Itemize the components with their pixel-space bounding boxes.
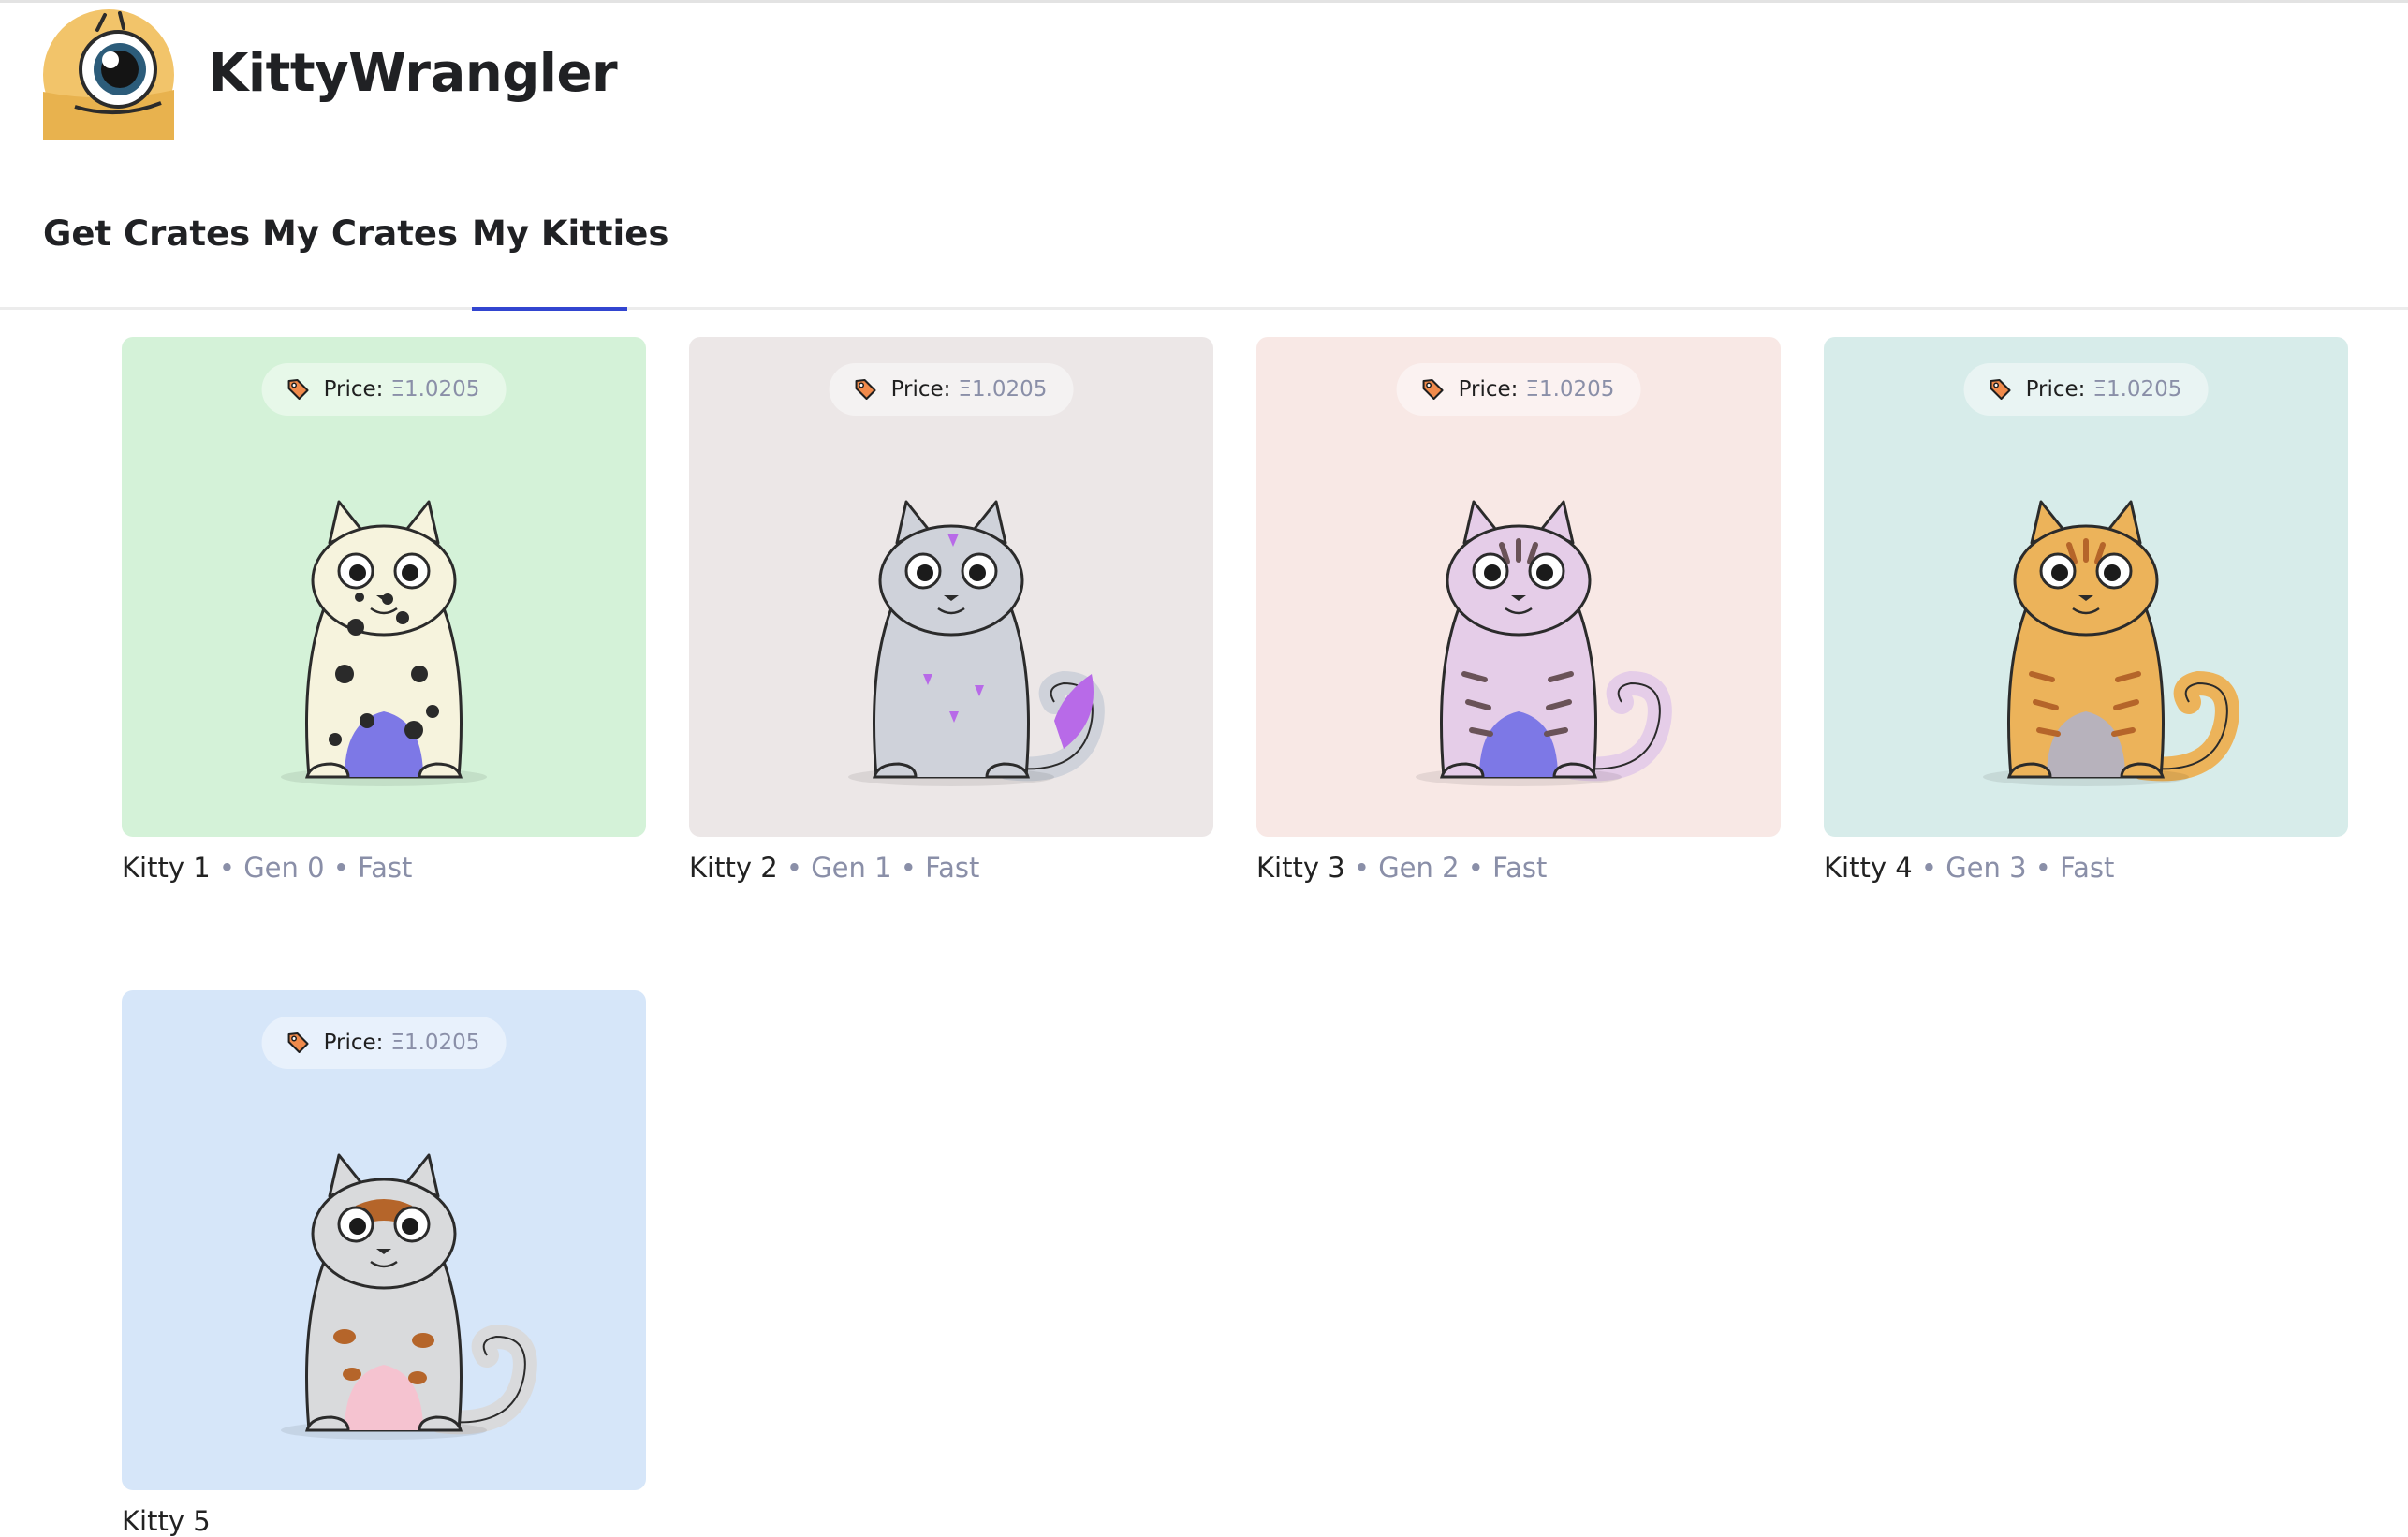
kitty-card-1[interactable]: Price: Ξ1.0205 Kitty 1 • Gen 0 • Fast — [122, 337, 646, 884]
price-badge: Price: Ξ1.0205 — [1963, 363, 2209, 416]
price-tag-icon — [287, 1032, 309, 1053]
kitty-card-5[interactable]: Price: Ξ1.0205 Kitty 5 — [122, 990, 646, 1537]
kitty-meta: • Gen 3 • Fast — [1912, 852, 2115, 884]
kitty-caption: Kitty 2 • Gen 1 • Fast — [689, 852, 1213, 884]
kitty-card-4[interactable]: Price: Ξ1.0205 Kitty 4 • Gen 3 • Fast — [1824, 337, 2348, 884]
top-border — [0, 0, 2408, 3]
kitty-card-2[interactable]: Price: Ξ1.0205 Kitty 2 • Gen 1 • Fast — [689, 337, 1213, 884]
app-title: KittyWrangler — [208, 43, 618, 104]
kitty-tile[interactable]: Price: Ξ1.0205 — [122, 337, 646, 837]
price-label: Price: — [2025, 377, 2086, 402]
kitty-name[interactable]: Kitty 4 — [1824, 852, 1913, 884]
price-tag-icon — [1990, 379, 2011, 400]
price-value: Ξ1.0205 — [958, 377, 1048, 402]
kitty-caption: Kitty 3 • Gen 2 • Fast — [1256, 852, 1781, 884]
kitty-meta: • Gen 2 • Fast — [1344, 852, 1548, 884]
price-value: Ξ1.0205 — [2092, 377, 2182, 402]
kitty-caption: Kitty 1 • Gen 0 • Fast — [122, 852, 646, 884]
price-value: Ξ1.0205 — [1525, 377, 1615, 402]
price-badge: Price: Ξ1.0205 — [261, 363, 507, 416]
price-label: Price: — [1458, 377, 1519, 402]
kitty-tile[interactable]: Price: Ξ1.0205 — [122, 990, 646, 1490]
kitty-image — [1983, 500, 2239, 786]
price-badge: Price: Ξ1.0205 — [829, 363, 1074, 416]
kitty-tile[interactable]: Price: Ξ1.0205 — [1824, 337, 2348, 837]
active-tab-indicator — [472, 307, 627, 311]
price-label: Price: — [890, 377, 951, 402]
kitty-card-3[interactable]: Price: Ξ1.0205 Kitty 3 • Gen 2 • Fast — [1256, 337, 1781, 884]
price-tag-icon — [1422, 379, 1444, 400]
price-tag-icon — [855, 379, 876, 400]
tab-my-crates[interactable]: My Crates — [262, 213, 458, 254]
kitty-image — [281, 500, 487, 786]
price-value: Ξ1.0205 — [390, 1031, 480, 1055]
nav-divider — [0, 307, 2408, 310]
price-badge: Price: Ξ1.0205 — [1396, 363, 1641, 416]
kitty-name[interactable]: Kitty 5 — [122, 1505, 211, 1537]
kitty-caption: Kitty 5 — [122, 1505, 646, 1537]
kitty-name[interactable]: Kitty 2 — [689, 852, 778, 884]
price-label: Price: — [323, 377, 384, 402]
kitty-image — [281, 1153, 537, 1440]
kitty-tile[interactable]: Price: Ξ1.0205 — [1256, 337, 1781, 837]
kitty-tile[interactable]: Price: Ξ1.0205 — [689, 337, 1213, 837]
kitty-meta: • Gen 0 • Fast — [210, 852, 413, 884]
kitty-meta: • Gen 1 • Fast — [777, 852, 980, 884]
kitty-name[interactable]: Kitty 3 — [1256, 852, 1345, 884]
kitty-caption: Kitty 4 • Gen 3 • Fast — [1824, 852, 2348, 884]
kitty-image — [1416, 500, 1672, 786]
tab-my-kitties[interactable]: My Kitties — [472, 213, 668, 254]
kitty-name[interactable]: Kitty 1 — [122, 852, 211, 884]
tab-get-crates[interactable]: Get Crates — [43, 213, 250, 254]
price-tag-icon — [287, 379, 309, 400]
price-badge: Price: Ξ1.0205 — [261, 1017, 507, 1069]
price-label: Price: — [323, 1031, 384, 1055]
kitty-image — [848, 500, 1105, 786]
price-value: Ξ1.0205 — [390, 377, 480, 402]
kittywrangler-logo — [43, 9, 174, 140]
